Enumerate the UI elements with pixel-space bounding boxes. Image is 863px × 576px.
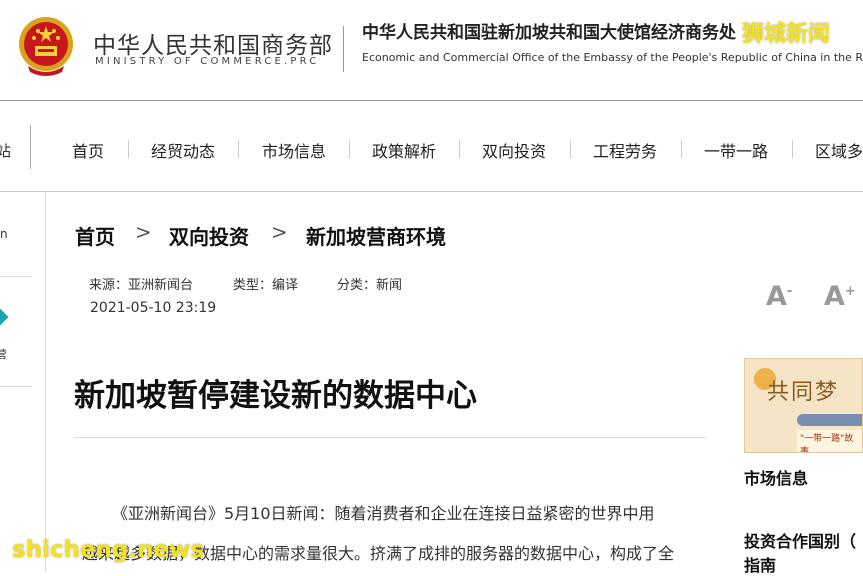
belt-road-banner[interactable]: 共同梦 "一带一路"故事 <box>744 358 863 453</box>
nav-separator <box>681 140 682 158</box>
office-title: 中华人民共和国驻新加坡共和国大使馆经济商务处 <box>362 23 736 43</box>
sidebar-divider <box>0 386 32 387</box>
font-increase-glyph: A <box>824 281 845 312</box>
nav-item-home[interactable]: 首页 <box>72 138 104 162</box>
ministry-english-title: MINISTRY OF COMMERCE.PRC <box>95 56 320 67</box>
country-guide-heading[interactable]: 投资合作国别（ <box>744 528 856 552</box>
nav-item-policy[interactable]: 政策解析 <box>372 138 436 162</box>
breadcrumb-home[interactable]: 首页 <box>75 221 115 250</box>
national-emblem-icon[interactable] <box>18 16 74 78</box>
nav-item-investment[interactable]: 双向投资 <box>482 138 546 162</box>
nav-separator <box>792 140 793 158</box>
title-divider <box>74 437 706 438</box>
nav-item-trade-news[interactable]: 经贸动态 <box>151 138 215 162</box>
nav-item-belt-road[interactable]: 一带一路 <box>704 138 768 162</box>
font-decrease-button[interactable]: A- <box>766 281 792 312</box>
watermark-top: 狮城新闻 <box>742 22 831 47</box>
market-info-heading[interactable]: 市场信息 <box>744 465 808 489</box>
font-decrease-glyph: A <box>766 281 787 312</box>
article-source: 来源：亚洲新闻台 <box>89 278 194 293</box>
article-category: 分类：新闻 <box>337 278 403 293</box>
watermark-bottom: shicheng.news <box>12 537 205 563</box>
breadcrumb-business-env[interactable]: 新加坡营商环境 <box>306 221 446 250</box>
site-header: 中华人民共和国商务部 MINISTRY OF COMMERCE.PRC 中华人民… <box>0 0 863 100</box>
nav-item-market-info[interactable]: 市场信息 <box>262 138 326 162</box>
breadcrumb-investment[interactable]: 双向投资 <box>169 221 249 250</box>
font-increase-sign: + <box>844 284 856 299</box>
country-guide-heading-cont[interactable]: 指南 <box>744 552 776 576</box>
banner-subtitle: "一带一路"故事 <box>797 430 862 452</box>
nav-item-cut[interactable]: 站 <box>0 140 11 161</box>
breadcrumb-separator: > <box>135 220 152 244</box>
nav-divider <box>30 125 31 169</box>
nav-separator <box>570 140 571 158</box>
sidebar-item-cut[interactable]: n <box>0 227 8 241</box>
ministry-title[interactable]: 中华人民共和国商务部 <box>93 26 333 60</box>
nav-separator <box>349 140 350 158</box>
nav-rule <box>0 191 863 192</box>
article-type: 类型：编译 <box>233 278 299 293</box>
article-date: 2021-05-10 23:19 <box>90 300 217 316</box>
nav-separator <box>459 140 460 158</box>
train-icon <box>797 414 862 426</box>
sidebar-divider <box>0 276 32 277</box>
font-increase-button[interactable]: A+ <box>824 281 856 312</box>
sidebar-item-cut-label[interactable]: 营 <box>0 346 7 362</box>
header-divider <box>343 26 344 72</box>
nav-separator <box>128 140 129 158</box>
article-paragraph: 《亚洲新闻台》5月10日新闻：随着消费者和企业在连接日益紧密的世界中用 <box>112 504 655 523</box>
left-sidebar <box>0 192 46 572</box>
nav-separator <box>238 140 239 158</box>
breadcrumb-separator: > <box>271 220 288 244</box>
nav-item-regional[interactable]: 区域多 <box>815 138 863 162</box>
nav-item-engineering[interactable]: 工程劳务 <box>593 138 657 162</box>
banner-title: 共同梦 <box>767 380 840 405</box>
article-title: 新加坡暂停建设新的数据中心 <box>74 378 477 414</box>
font-decrease-sign: - <box>786 284 793 299</box>
office-english-title: Economic and Commercial Office of the Em… <box>362 51 863 64</box>
